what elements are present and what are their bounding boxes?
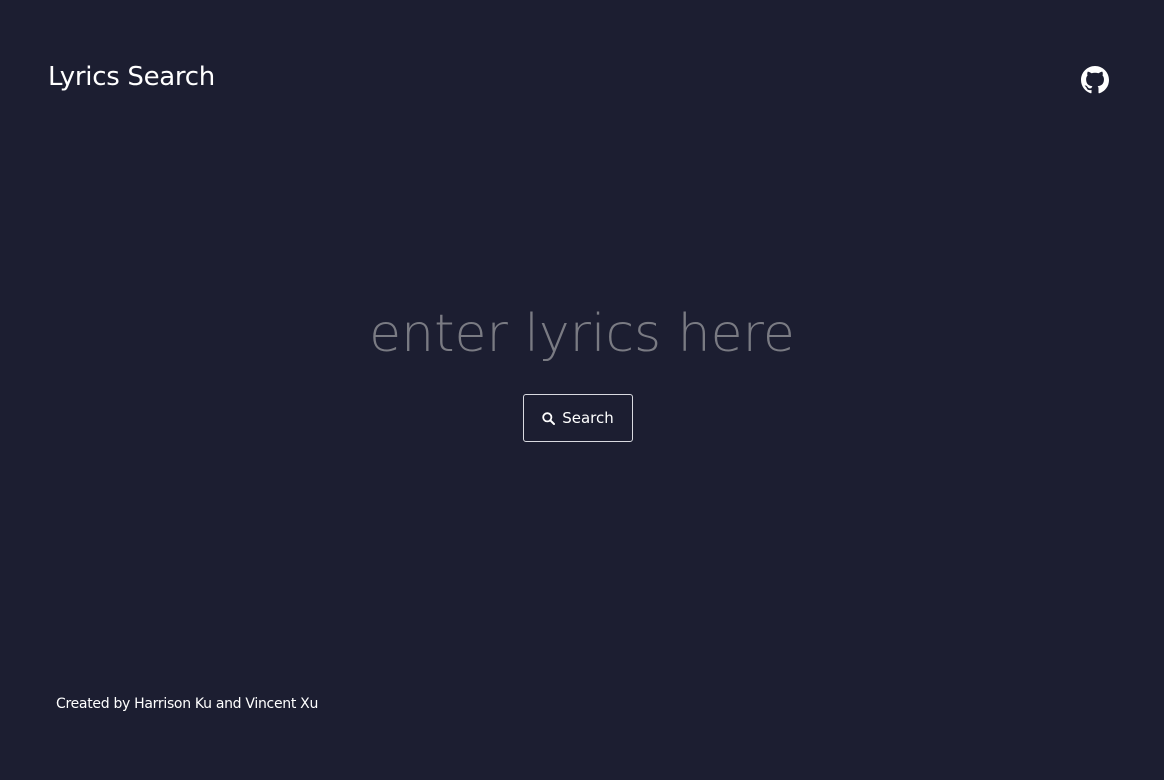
github-link[interactable] (1081, 66, 1109, 94)
app-title: Lyrics Search (48, 62, 215, 92)
footer-credit: Created by Harrison Ku and Vincent Xu (56, 696, 319, 712)
lyrics-input[interactable] (262, 296, 902, 372)
search-icon (542, 411, 556, 425)
search-button[interactable]: Search (523, 394, 633, 442)
search-button-label: Search (562, 409, 614, 427)
github-icon (1081, 66, 1109, 94)
search-area: Search (0, 296, 1164, 442)
